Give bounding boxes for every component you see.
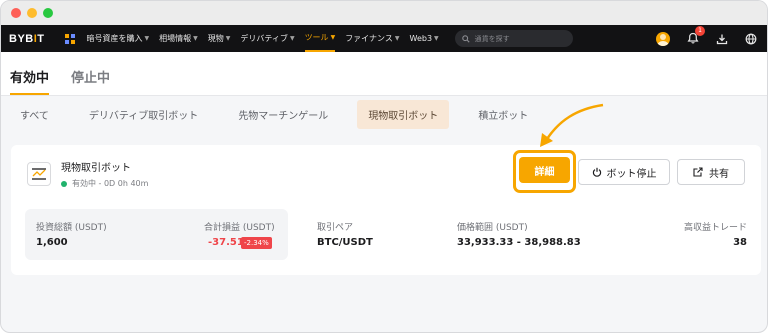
chevron-down-icon: ▼	[193, 35, 198, 42]
pnl-label: 合計損益 (USDT)	[204, 223, 275, 233]
tab-active[interactable]: 有効中	[10, 67, 50, 95]
maximize-window-button[interactable]	[43, 8, 53, 18]
close-window-button[interactable]	[11, 8, 21, 18]
nav-item-finance[interactable]: ファイナンス ▼	[345, 33, 399, 44]
notification-badge: 1	[695, 25, 705, 36]
tab-stopped[interactable]: 停止中	[71, 67, 110, 95]
price-range-value: 33,933.33 - 38,988.83	[457, 237, 581, 248]
share-button[interactable]: 共有	[677, 159, 745, 185]
stop-bot-button[interactable]: ボット停止	[578, 159, 670, 185]
nav-item-markets[interactable]: 相場情報 ▼	[159, 33, 198, 44]
grid-bot-icon	[27, 162, 51, 186]
bot-status: 有効中 - 0D 0h 40m	[61, 178, 148, 189]
profitable-trades-value: 38	[733, 237, 747, 248]
status-dot-icon	[61, 180, 67, 187]
investment-value: 1,600	[36, 237, 68, 248]
chevron-down-icon: ▼	[225, 35, 231, 42]
bybit-logo[interactable]: BYBIT	[9, 33, 45, 45]
profitable-trades-label: 高収益トレード	[683, 223, 747, 233]
tab-dca-bot[interactable]: 積立ボット	[467, 100, 539, 129]
detail-button[interactable]: 詳細	[519, 157, 570, 183]
search-input[interactable]: 通貨を探す	[454, 30, 573, 47]
tab-futures-martingale[interactable]: 先物マーチンゲール	[227, 100, 339, 129]
window-titlebar	[1, 1, 767, 25]
avatar[interactable]	[656, 31, 670, 46]
chevron-down-icon: ▼	[394, 35, 400, 42]
tab-derivatives-bot[interactable]: デリバティブ取引ボット	[78, 100, 209, 129]
globe-icon[interactable]	[745, 33, 757, 45]
bot-card: 現物取引ボット 有効中 - 0D 0h 40m 詳細 ボット停止 共有 投資総額…	[11, 145, 761, 275]
app-window: BYBIT 暗号資産を購入 ▼ 相場情報 ▼ 現物 ▼ デリバティブ ▼ ツール ▼ ファ…	[0, 0, 768, 333]
power-icon	[592, 167, 601, 177]
bot-name: 現物取引ボット	[61, 163, 131, 174]
chevron-down-icon: ▼	[330, 34, 336, 41]
notifications-button[interactable]: 1	[687, 25, 705, 46]
pair-label: 取引ペア	[317, 223, 354, 233]
bot-type-tabs: すべて デリバティブ取引ボット 先物マーチンゲール 現物取引ボット 積立ボット	[1, 96, 767, 133]
pair-value: BTC/USDT	[317, 237, 373, 248]
status-tabs: 有効中 停止中	[1, 52, 767, 96]
pnl-percent-badge: -2.34%	[241, 237, 272, 249]
product-grid-icon[interactable]	[64, 33, 75, 44]
bot-card-header: 現物取引ボット 有効中 - 0D 0h 40m	[27, 159, 148, 189]
nav-item-web3[interactable]: Web3 ▼	[410, 34, 439, 43]
download-icon[interactable]	[716, 33, 728, 45]
search-icon	[461, 34, 470, 43]
investment-label: 投資総額 (USDT)	[36, 223, 107, 233]
nav-item-spot[interactable]: 現物 ▼	[208, 33, 231, 44]
minimize-window-button[interactable]	[27, 8, 37, 18]
top-navigation: BYBIT 暗号資産を購入 ▼ 相場情報 ▼ 現物 ▼ デリバティブ ▼ ツール ▼ ファ…	[1, 25, 767, 52]
nav-item-tools[interactable]: ツール ▼	[304, 25, 336, 52]
pointer-arrow-icon	[540, 103, 604, 147]
share-icon	[693, 167, 703, 177]
tab-spot-bot[interactable]: 現物取引ボット	[357, 100, 450, 129]
chevron-down-icon: ▼	[289, 35, 295, 42]
chevron-down-icon: ▼	[434, 35, 439, 42]
tab-all[interactable]: すべて	[9, 100, 60, 129]
price-range-label: 価格範囲 (USDT)	[457, 223, 528, 233]
chevron-down-icon: ▼	[144, 35, 150, 42]
investment-summary: 投資総額 (USDT) 1,600 合計損益 (USDT) -37.51 -2.…	[25, 209, 288, 260]
nav-item-derivatives[interactable]: デリバティブ ▼	[240, 33, 294, 44]
pnl-value: -37.51	[208, 237, 244, 248]
nav-item-buy-crypto[interactable]: 暗号資産を購入 ▼	[87, 33, 150, 44]
